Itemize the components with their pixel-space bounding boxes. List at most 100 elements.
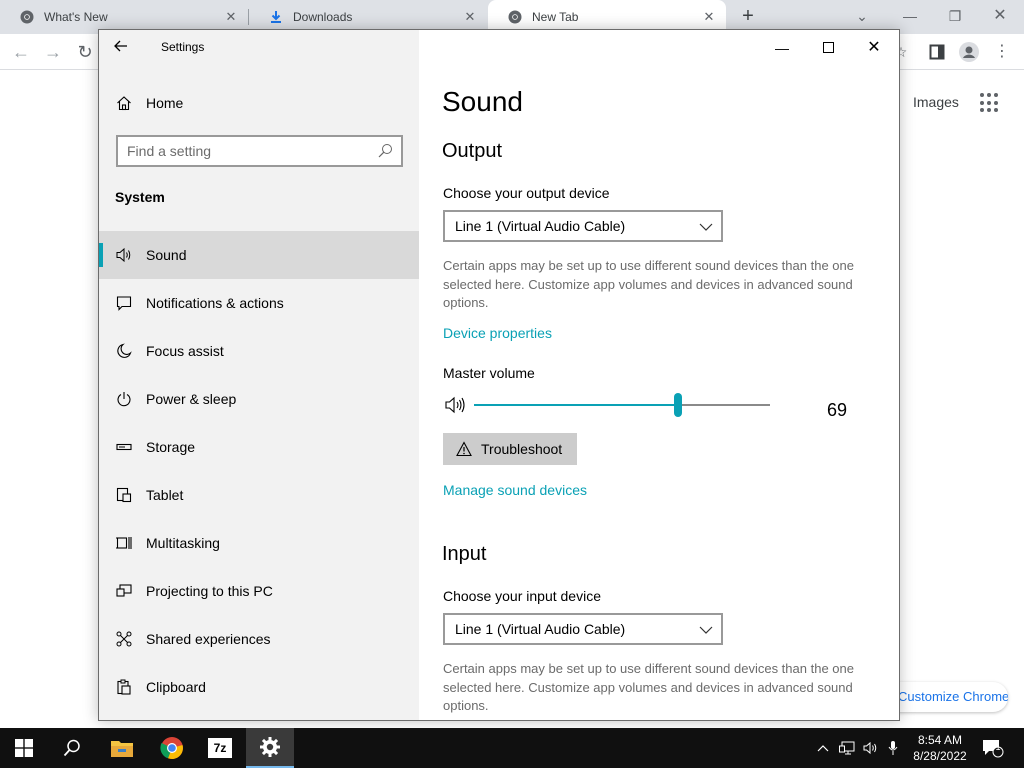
tablet-icon: [115, 486, 133, 504]
output-device-dropdown[interactable]: Line 1 (Virtual Audio Cable): [443, 210, 723, 242]
manage-sound-devices-link[interactable]: Manage sound devices: [443, 482, 587, 498]
search-icon[interactable]: [377, 143, 393, 159]
chevron-down-icon: [699, 623, 713, 635]
nav-item-label: Sound: [146, 247, 187, 263]
file-explorer-icon[interactable]: [98, 728, 146, 768]
show-hidden-icons-icon[interactable]: [813, 728, 833, 768]
reload-icon[interactable]: ↻: [74, 41, 96, 63]
microphone-icon[interactable]: [884, 728, 902, 768]
nav-item-label: Projecting to this PC: [146, 583, 273, 599]
nav-item-tablet[interactable]: Tablet: [99, 471, 419, 519]
master-volume-value: 69: [827, 400, 848, 420]
tab-title: New Tab: [532, 10, 579, 24]
troubleshoot-label: Troubleshoot: [481, 441, 563, 457]
multitasking-icon: [115, 534, 133, 552]
close-tab-icon[interactable]: ✕: [463, 10, 477, 24]
nav-item-label: Clipboard: [146, 679, 206, 695]
side-panel-icon[interactable]: [926, 41, 948, 63]
system-clock[interactable]: 8:54 AM 8/28/2022: [905, 732, 975, 764]
nav-item-projecting[interactable]: Projecting to this PC: [99, 567, 419, 615]
nav-item-clipboard[interactable]: Clipboard: [99, 663, 419, 711]
chrome-icon: [508, 10, 522, 24]
network-icon[interactable]: [837, 728, 857, 768]
taskbar: 7z 8:54 AM 8/28/2022 1: [0, 728, 1024, 768]
troubleshoot-button[interactable]: Troubleshoot: [443, 433, 577, 465]
search-icon[interactable]: [48, 728, 96, 768]
window-title: Settings: [161, 40, 205, 54]
tab-search-icon[interactable]: ⌄: [850, 5, 874, 27]
output-device-label: Choose your output device: [443, 185, 610, 201]
action-center-icon[interactable]: 1: [980, 728, 1006, 768]
nav-item-power-sleep[interactable]: Power & sleep: [99, 375, 419, 423]
nav-item-label: Focus assist: [146, 343, 224, 359]
volume-icon[interactable]: [861, 728, 881, 768]
nav-home-label: Home: [146, 95, 184, 111]
section-label-system: System: [115, 189, 165, 205]
page-title: Sound: [442, 86, 523, 117]
output-heading: Output: [442, 140, 503, 162]
maximize-icon[interactable]: [805, 34, 851, 62]
nav-item-multitasking[interactable]: Multitasking: [99, 519, 419, 567]
speaker-icon: [115, 246, 133, 264]
7zip-icon[interactable]: 7z: [196, 728, 244, 768]
close-icon[interactable]: ✕: [851, 34, 897, 62]
projecting-icon: [115, 582, 133, 600]
nav-item-label: Power & sleep: [146, 391, 237, 407]
notification-count: 1: [995, 742, 1001, 752]
input-description: Certain apps may be set up to use differ…: [443, 661, 854, 713]
find-setting-search[interactable]: [116, 135, 403, 167]
input-device-dropdown[interactable]: Line 1 (Virtual Audio Cable): [443, 613, 723, 645]
nav-item-shared-experiences[interactable]: Shared experiences: [99, 615, 419, 663]
speaker-icon[interactable]: [445, 396, 467, 414]
7zip-label: 7z: [208, 738, 232, 758]
nav-item-focus-assist[interactable]: Focus assist: [99, 327, 419, 375]
volume-fill: [474, 404, 679, 406]
nav-item-notifications[interactable]: Notifications & actions: [99, 279, 419, 327]
power-icon: [115, 390, 133, 408]
settings-icon[interactable]: [246, 728, 294, 768]
input-heading: Input: [442, 543, 487, 565]
minimize-icon[interactable]: —: [898, 5, 922, 27]
nav-item-storage[interactable]: Storage: [99, 423, 419, 471]
settings-content-pane: — ✕ Sound Output Choose your output devi…: [419, 30, 899, 720]
close-icon[interactable]: ✕: [988, 5, 1012, 27]
google-apps-icon[interactable]: [980, 93, 1000, 113]
input-device-label: Choose your input device: [443, 588, 601, 604]
device-properties-link[interactable]: Device properties: [443, 325, 552, 341]
nav-home[interactable]: Home: [99, 88, 419, 118]
nav-item-label: Tablet: [146, 487, 184, 503]
nav-item-label: Notifications & actions: [146, 295, 284, 311]
notification-icon: [115, 294, 133, 312]
back-arrow-icon[interactable]: [113, 38, 133, 58]
minimize-icon[interactable]: —: [759, 34, 805, 62]
chrome-icon[interactable]: [148, 728, 196, 768]
clipboard-icon: [115, 678, 133, 696]
home-icon: [115, 94, 133, 112]
images-link[interactable]: Images: [913, 94, 959, 110]
storage-icon: [115, 438, 133, 456]
close-tab-icon[interactable]: ✕: [702, 10, 716, 24]
nav-item-sound[interactable]: Sound: [99, 231, 419, 279]
start-icon[interactable]: [0, 728, 48, 768]
menu-dots-icon[interactable]: ⋮: [991, 41, 1013, 63]
moon-icon: [115, 342, 133, 360]
back-icon[interactable]: ←: [10, 41, 32, 63]
search-input[interactable]: [118, 137, 358, 165]
clock-time: 8:54 AM: [917, 733, 963, 747]
clock-date: 8/28/2022: [913, 749, 967, 763]
restore-icon[interactable]: ❐: [943, 5, 967, 27]
new-tab-button[interactable]: +: [738, 6, 758, 27]
master-volume-slider[interactable]: [474, 404, 770, 406]
download-icon: [269, 10, 283, 24]
shared-icon: [115, 630, 133, 648]
warning-icon: [456, 441, 472, 457]
output-device-value: Line 1 (Virtual Audio Cable): [455, 218, 626, 234]
nav-item-label: Multitasking: [146, 535, 220, 551]
tab-title: What's New: [44, 10, 108, 24]
forward-icon[interactable]: →: [42, 41, 64, 63]
volume-slider-thumb[interactable]: [674, 393, 683, 417]
close-tab-icon[interactable]: ✕: [224, 10, 238, 24]
nav-item-label: Storage: [146, 439, 196, 455]
master-volume-label: Master volume: [443, 365, 535, 381]
profile-avatar-icon[interactable]: [958, 41, 980, 63]
